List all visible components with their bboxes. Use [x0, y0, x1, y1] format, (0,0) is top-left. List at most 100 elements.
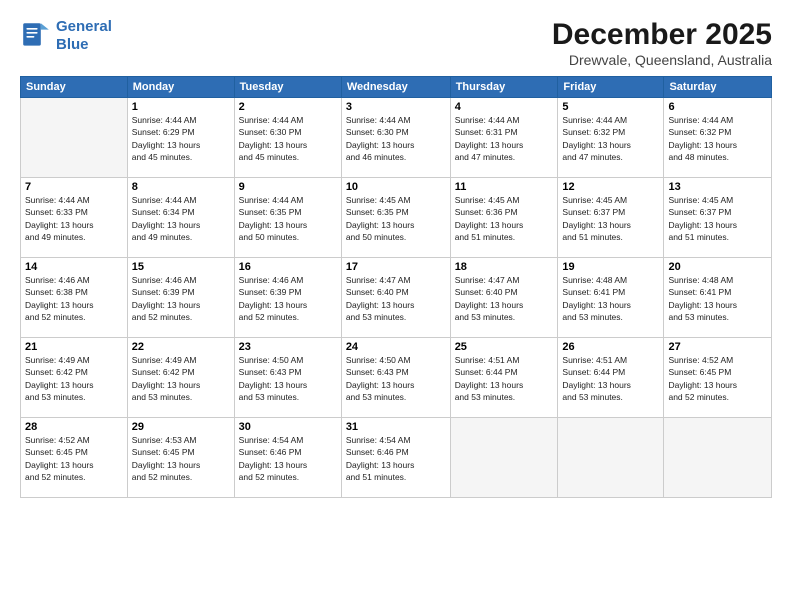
day-info: Sunrise: 4:54 AMSunset: 6:46 PMDaylight:… — [239, 434, 337, 483]
calendar-cell: 4Sunrise: 4:44 AMSunset: 6:31 PMDaylight… — [450, 98, 558, 178]
day-number: 29 — [132, 421, 230, 433]
week-row-1: 1Sunrise: 4:44 AMSunset: 6:29 PMDaylight… — [21, 98, 772, 178]
day-info: Sunrise: 4:44 AMSunset: 6:33 PMDaylight:… — [25, 194, 123, 243]
calendar-cell: 19Sunrise: 4:48 AMSunset: 6:41 PMDayligh… — [558, 258, 664, 338]
week-row-2: 7Sunrise: 4:44 AMSunset: 6:33 PMDaylight… — [21, 178, 772, 258]
day-number: 15 — [132, 261, 230, 273]
calendar-cell: 20Sunrise: 4:48 AMSunset: 6:41 PMDayligh… — [664, 258, 772, 338]
day-info: Sunrise: 4:48 AMSunset: 6:41 PMDaylight:… — [562, 274, 659, 323]
day-number: 3 — [346, 101, 446, 113]
weekday-tuesday: Tuesday — [234, 77, 341, 98]
day-number: 28 — [25, 421, 123, 433]
header: General Blue December 2025 Drewvale, Que… — [20, 18, 772, 68]
day-number: 7 — [25, 181, 123, 193]
day-info: Sunrise: 4:44 AMSunset: 6:34 PMDaylight:… — [132, 194, 230, 243]
calendar-cell: 22Sunrise: 4:49 AMSunset: 6:42 PMDayligh… — [127, 338, 234, 418]
location: Drewvale, Queensland, Australia — [552, 52, 772, 68]
day-info: Sunrise: 4:46 AMSunset: 6:39 PMDaylight:… — [239, 274, 337, 323]
title-block: December 2025 Drewvale, Queensland, Aust… — [552, 18, 772, 68]
day-number: 23 — [239, 341, 337, 353]
day-number: 8 — [132, 181, 230, 193]
day-number: 21 — [25, 341, 123, 353]
day-number: 19 — [562, 261, 659, 273]
day-number: 13 — [668, 181, 767, 193]
day-number: 5 — [562, 101, 659, 113]
day-info: Sunrise: 4:52 AMSunset: 6:45 PMDaylight:… — [668, 354, 767, 403]
day-number: 22 — [132, 341, 230, 353]
weekday-sunday: Sunday — [21, 77, 128, 98]
day-info: Sunrise: 4:50 AMSunset: 6:43 PMDaylight:… — [239, 354, 337, 403]
day-info: Sunrise: 4:52 AMSunset: 6:45 PMDaylight:… — [25, 434, 123, 483]
day-number: 10 — [346, 181, 446, 193]
day-number: 27 — [668, 341, 767, 353]
calendar-cell: 10Sunrise: 4:45 AMSunset: 6:35 PMDayligh… — [341, 178, 450, 258]
weekday-header-row: SundayMondayTuesdayWednesdayThursdayFrid… — [21, 77, 772, 98]
calendar-cell: 7Sunrise: 4:44 AMSunset: 6:33 PMDaylight… — [21, 178, 128, 258]
week-row-5: 28Sunrise: 4:52 AMSunset: 6:45 PMDayligh… — [21, 418, 772, 498]
calendar-cell — [664, 418, 772, 498]
day-info: Sunrise: 4:45 AMSunset: 6:37 PMDaylight:… — [562, 194, 659, 243]
day-info: Sunrise: 4:47 AMSunset: 6:40 PMDaylight:… — [455, 274, 554, 323]
calendar-cell: 26Sunrise: 4:51 AMSunset: 6:44 PMDayligh… — [558, 338, 664, 418]
day-info: Sunrise: 4:46 AMSunset: 6:39 PMDaylight:… — [132, 274, 230, 323]
calendar-cell: 13Sunrise: 4:45 AMSunset: 6:37 PMDayligh… — [664, 178, 772, 258]
day-info: Sunrise: 4:44 AMSunset: 6:29 PMDaylight:… — [132, 114, 230, 163]
logo: General Blue — [20, 18, 112, 54]
calendar-cell: 5Sunrise: 4:44 AMSunset: 6:32 PMDaylight… — [558, 98, 664, 178]
calendar-cell: 17Sunrise: 4:47 AMSunset: 6:40 PMDayligh… — [341, 258, 450, 338]
day-info: Sunrise: 4:44 AMSunset: 6:32 PMDaylight:… — [668, 114, 767, 163]
day-info: Sunrise: 4:44 AMSunset: 6:30 PMDaylight:… — [346, 114, 446, 163]
calendar-cell: 11Sunrise: 4:45 AMSunset: 6:36 PMDayligh… — [450, 178, 558, 258]
logo-icon — [20, 20, 52, 52]
calendar-cell: 28Sunrise: 4:52 AMSunset: 6:45 PMDayligh… — [21, 418, 128, 498]
month-title: December 2025 — [552, 18, 772, 52]
calendar-cell: 30Sunrise: 4:54 AMSunset: 6:46 PMDayligh… — [234, 418, 341, 498]
day-number: 24 — [346, 341, 446, 353]
logo-text: General Blue — [56, 18, 112, 54]
day-number: 14 — [25, 261, 123, 273]
day-number: 4 — [455, 101, 554, 113]
day-info: Sunrise: 4:44 AMSunset: 6:32 PMDaylight:… — [562, 114, 659, 163]
day-info: Sunrise: 4:53 AMSunset: 6:45 PMDaylight:… — [132, 434, 230, 483]
day-info: Sunrise: 4:44 AMSunset: 6:30 PMDaylight:… — [239, 114, 337, 163]
calendar-cell: 2Sunrise: 4:44 AMSunset: 6:30 PMDaylight… — [234, 98, 341, 178]
day-number: 31 — [346, 421, 446, 433]
day-number: 17 — [346, 261, 446, 273]
calendar-cell: 24Sunrise: 4:50 AMSunset: 6:43 PMDayligh… — [341, 338, 450, 418]
calendar-cell — [21, 98, 128, 178]
calendar-cell — [450, 418, 558, 498]
calendar-cell: 12Sunrise: 4:45 AMSunset: 6:37 PMDayligh… — [558, 178, 664, 258]
calendar-cell: 15Sunrise: 4:46 AMSunset: 6:39 PMDayligh… — [127, 258, 234, 338]
weekday-wednesday: Wednesday — [341, 77, 450, 98]
day-info: Sunrise: 4:49 AMSunset: 6:42 PMDaylight:… — [25, 354, 123, 403]
day-info: Sunrise: 4:51 AMSunset: 6:44 PMDaylight:… — [562, 354, 659, 403]
week-row-3: 14Sunrise: 4:46 AMSunset: 6:38 PMDayligh… — [21, 258, 772, 338]
calendar: SundayMondayTuesdayWednesdayThursdayFrid… — [20, 76, 772, 498]
calendar-cell: 23Sunrise: 4:50 AMSunset: 6:43 PMDayligh… — [234, 338, 341, 418]
day-info: Sunrise: 4:50 AMSunset: 6:43 PMDaylight:… — [346, 354, 446, 403]
day-number: 16 — [239, 261, 337, 273]
day-number: 20 — [668, 261, 767, 273]
day-number: 30 — [239, 421, 337, 433]
calendar-cell — [558, 418, 664, 498]
day-number: 26 — [562, 341, 659, 353]
weekday-thursday: Thursday — [450, 77, 558, 98]
calendar-cell: 18Sunrise: 4:47 AMSunset: 6:40 PMDayligh… — [450, 258, 558, 338]
calendar-cell: 3Sunrise: 4:44 AMSunset: 6:30 PMDaylight… — [341, 98, 450, 178]
calendar-cell: 14Sunrise: 4:46 AMSunset: 6:38 PMDayligh… — [21, 258, 128, 338]
day-info: Sunrise: 4:45 AMSunset: 6:37 PMDaylight:… — [668, 194, 767, 243]
calendar-cell: 27Sunrise: 4:52 AMSunset: 6:45 PMDayligh… — [664, 338, 772, 418]
day-info: Sunrise: 4:45 AMSunset: 6:36 PMDaylight:… — [455, 194, 554, 243]
calendar-cell: 1Sunrise: 4:44 AMSunset: 6:29 PMDaylight… — [127, 98, 234, 178]
weekday-saturday: Saturday — [664, 77, 772, 98]
day-number: 9 — [239, 181, 337, 193]
day-number: 6 — [668, 101, 767, 113]
day-number: 18 — [455, 261, 554, 273]
day-info: Sunrise: 4:51 AMSunset: 6:44 PMDaylight:… — [455, 354, 554, 403]
day-info: Sunrise: 4:45 AMSunset: 6:35 PMDaylight:… — [346, 194, 446, 243]
day-number: 1 — [132, 101, 230, 113]
day-info: Sunrise: 4:54 AMSunset: 6:46 PMDaylight:… — [346, 434, 446, 483]
calendar-cell: 25Sunrise: 4:51 AMSunset: 6:44 PMDayligh… — [450, 338, 558, 418]
calendar-cell: 16Sunrise: 4:46 AMSunset: 6:39 PMDayligh… — [234, 258, 341, 338]
calendar-cell: 8Sunrise: 4:44 AMSunset: 6:34 PMDaylight… — [127, 178, 234, 258]
